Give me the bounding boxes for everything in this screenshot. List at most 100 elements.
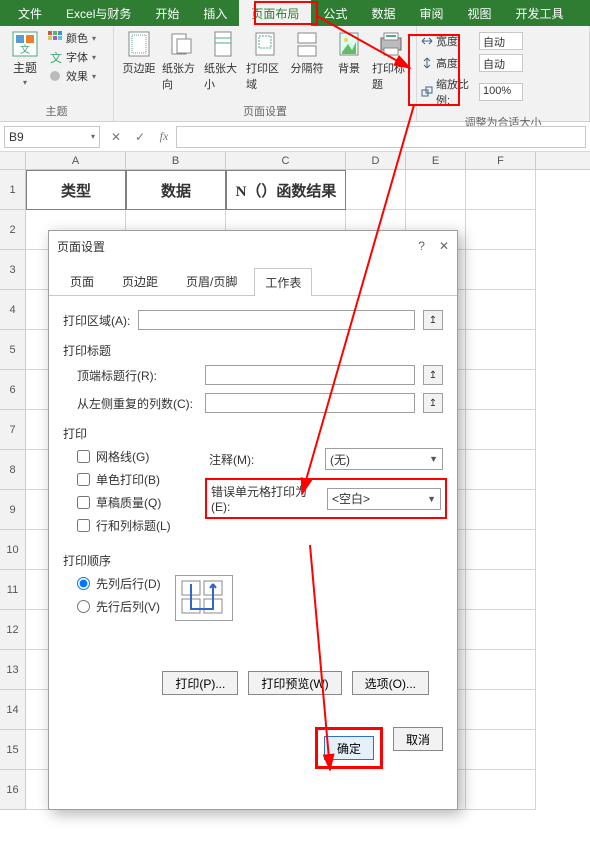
grid-cell[interactable] xyxy=(466,330,536,370)
print-area-input[interactable] xyxy=(138,310,415,330)
gridlines-checkbox[interactable] xyxy=(77,450,90,463)
dlgtab-margins[interactable]: 页边距 xyxy=(111,267,169,295)
tab-developer[interactable]: 开发工具 xyxy=(503,0,575,27)
cancel-formula-button[interactable]: ✕ xyxy=(104,126,128,148)
grid-cell[interactable] xyxy=(466,170,536,210)
colors-button[interactable]: 颜色▾ xyxy=(48,30,96,46)
grid-cell[interactable] xyxy=(466,770,536,810)
tab-view[interactable]: 视图 xyxy=(455,0,503,27)
overdown-radio[interactable] xyxy=(77,600,90,613)
grid-cell[interactable] xyxy=(466,250,536,290)
row-header[interactable]: 9 xyxy=(0,490,26,530)
header-cell[interactable]: 类型 xyxy=(26,170,126,210)
row-header[interactable]: 1 xyxy=(0,170,26,210)
grid-cell[interactable] xyxy=(406,170,466,210)
fonts-button[interactable]: 文字体▾ xyxy=(48,49,96,65)
dlgtab-sheet[interactable]: 工作表 xyxy=(254,268,312,296)
col-header-F[interactable]: F xyxy=(466,152,536,169)
row-header[interactable]: 16 xyxy=(0,770,26,810)
grid-cell[interactable] xyxy=(466,690,536,730)
row-header[interactable]: 6 xyxy=(0,370,26,410)
grid-cell[interactable] xyxy=(466,210,536,250)
grid-cell[interactable] xyxy=(466,650,536,690)
col-header-E[interactable]: E xyxy=(406,152,466,169)
background-button[interactable]: 背景 xyxy=(330,30,368,92)
height-select[interactable]: 自动 xyxy=(479,54,523,72)
tab-excelfinance[interactable]: Excel与财务 xyxy=(54,0,143,27)
comments-select[interactable]: (无)▼ xyxy=(325,448,443,470)
print-button[interactable]: 打印(P)... xyxy=(162,671,238,695)
grid-cell[interactable] xyxy=(466,530,536,570)
width-select[interactable]: 自动 xyxy=(479,32,523,50)
select-all-corner[interactable] xyxy=(0,152,26,170)
bw-checkbox[interactable] xyxy=(77,473,90,486)
preview-button[interactable]: 打印预览(W) xyxy=(248,671,341,695)
options-button[interactable]: 选项(O)... xyxy=(352,671,429,695)
cancel-button[interactable]: 取消 xyxy=(393,727,443,751)
breaks-button[interactable]: 分隔符 xyxy=(288,30,326,92)
tab-insert[interactable]: 插入 xyxy=(191,0,239,27)
top-row-input[interactable] xyxy=(205,365,415,385)
tab-home[interactable]: 开始 xyxy=(143,0,191,27)
name-box[interactable]: B9▾ xyxy=(4,126,100,148)
grid-cell[interactable] xyxy=(466,410,536,450)
tab-review[interactable]: 审阅 xyxy=(407,0,455,27)
close-button[interactable]: ✕ xyxy=(439,239,449,253)
tab-formulas[interactable]: 公式 xyxy=(311,0,359,27)
row-header[interactable]: 2 xyxy=(0,210,26,250)
row-header[interactable]: 15 xyxy=(0,730,26,770)
grid-cell[interactable] xyxy=(466,730,536,770)
draft-checkbox[interactable] xyxy=(77,496,90,509)
orientation-button[interactable]: 纸张方向 xyxy=(162,30,200,92)
tab-data[interactable]: 数据 xyxy=(359,0,407,27)
errors-select[interactable]: <空白>▼ xyxy=(327,488,441,510)
header-cell[interactable]: 数据 xyxy=(126,170,226,210)
dropdown-caret-icon[interactable]: ▾ xyxy=(91,132,95,141)
themes-button[interactable]: 文 主题 ▾ xyxy=(6,30,44,88)
col-header-C[interactable]: C xyxy=(226,152,346,169)
formula-input[interactable] xyxy=(176,126,586,148)
grid-cell[interactable] xyxy=(466,290,536,330)
collapse-range-icon[interactable]: ↥ xyxy=(423,365,443,385)
effects-button[interactable]: 效果▾ xyxy=(48,68,96,84)
ok-button[interactable]: 确定 xyxy=(324,736,374,760)
collapse-range-icon[interactable]: ↥ xyxy=(423,393,443,413)
grid-cell[interactable] xyxy=(466,450,536,490)
row-header[interactable]: 13 xyxy=(0,650,26,690)
printtitles-button[interactable]: 打印标题 xyxy=(372,30,410,92)
dlgtab-headerfooter[interactable]: 页眉/页脚 xyxy=(175,267,248,295)
row-header[interactable]: 8 xyxy=(0,450,26,490)
row-header[interactable]: 4 xyxy=(0,290,26,330)
left-col-input[interactable] xyxy=(205,393,415,413)
header-cell[interactable]: N（）函数结果 xyxy=(226,170,346,210)
row-header[interactable]: 7 xyxy=(0,410,26,450)
grid-cell[interactable] xyxy=(466,490,536,530)
tab-pagelayout[interactable]: 页面布局 xyxy=(239,0,311,27)
row-header[interactable]: 3 xyxy=(0,250,26,290)
downover-radio[interactable] xyxy=(77,577,90,590)
rowcolhdr-checkbox[interactable] xyxy=(77,519,90,532)
row-header[interactable]: 12 xyxy=(0,610,26,650)
grid-cell[interactable] xyxy=(466,610,536,650)
col-header-D[interactable]: D xyxy=(346,152,406,169)
insert-function-button[interactable]: fx xyxy=(152,126,176,148)
enter-formula-button[interactable]: ✓ xyxy=(128,126,152,148)
margins-button[interactable]: 页边距 xyxy=(120,30,158,92)
size-button[interactable]: 纸张大小 xyxy=(204,30,242,92)
row-header[interactable]: 11 xyxy=(0,570,26,610)
grid-cell[interactable] xyxy=(466,370,536,410)
row-header[interactable]: 14 xyxy=(0,690,26,730)
row-header[interactable]: 5 xyxy=(0,330,26,370)
col-header-B[interactable]: B xyxy=(126,152,226,169)
row-header[interactable]: 10 xyxy=(0,530,26,570)
grid-cell[interactable] xyxy=(346,170,406,210)
help-button[interactable]: ? xyxy=(418,239,425,253)
effects-icon xyxy=(48,69,62,83)
grid-cell[interactable] xyxy=(466,570,536,610)
scale-input[interactable]: 100% xyxy=(479,83,523,101)
col-header-A[interactable]: A xyxy=(26,152,126,169)
collapse-range-icon[interactable]: ↥ xyxy=(423,310,443,330)
printarea-button[interactable]: 打印区域 xyxy=(246,30,284,92)
tab-file[interactable]: 文件 xyxy=(6,0,54,27)
dlgtab-page[interactable]: 页面 xyxy=(59,267,105,295)
